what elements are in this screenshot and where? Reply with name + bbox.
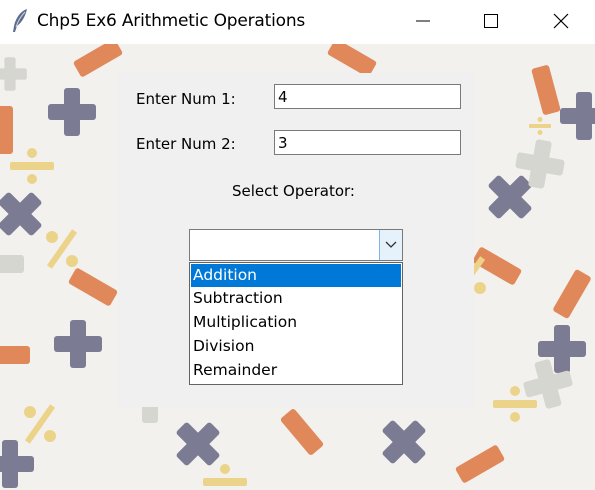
option-addition[interactable]: Addition bbox=[191, 264, 401, 287]
maximize-button[interactable] bbox=[456, 0, 526, 44]
close-icon bbox=[553, 13, 569, 29]
minimize-icon bbox=[416, 20, 430, 22]
operator-dropdown-list[interactable]: Addition Subtraction Multiplication Divi… bbox=[189, 262, 403, 385]
num2-label: Enter Num 2: bbox=[136, 135, 236, 153]
chevron-down-icon bbox=[385, 241, 397, 248]
form-panel: Enter Num 1: Enter Num 2: Select Operato… bbox=[118, 73, 474, 407]
title-bar[interactable]: Chp5 Ex6 Arithmetic Operations bbox=[0, 0, 595, 44]
option-subtraction[interactable]: Subtraction bbox=[191, 287, 401, 310]
num2-input[interactable] bbox=[274, 130, 461, 155]
option-multiplication[interactable]: Multiplication bbox=[191, 311, 401, 334]
num1-label: Enter Num 1: bbox=[136, 90, 236, 108]
operator-combobox[interactable] bbox=[189, 229, 403, 261]
combobox-dropdown-button[interactable] bbox=[379, 230, 402, 260]
window-title: Chp5 Ex6 Arithmetic Operations bbox=[37, 11, 306, 31]
close-button[interactable] bbox=[526, 0, 595, 44]
option-division[interactable]: Division bbox=[191, 335, 401, 358]
option-remainder[interactable]: Remainder bbox=[191, 359, 401, 382]
feather-icon bbox=[13, 9, 27, 32]
maximize-icon bbox=[484, 14, 498, 28]
minimize-button[interactable] bbox=[388, 0, 458, 44]
operator-label: Select Operator: bbox=[232, 182, 355, 200]
num1-input[interactable] bbox=[274, 84, 461, 109]
